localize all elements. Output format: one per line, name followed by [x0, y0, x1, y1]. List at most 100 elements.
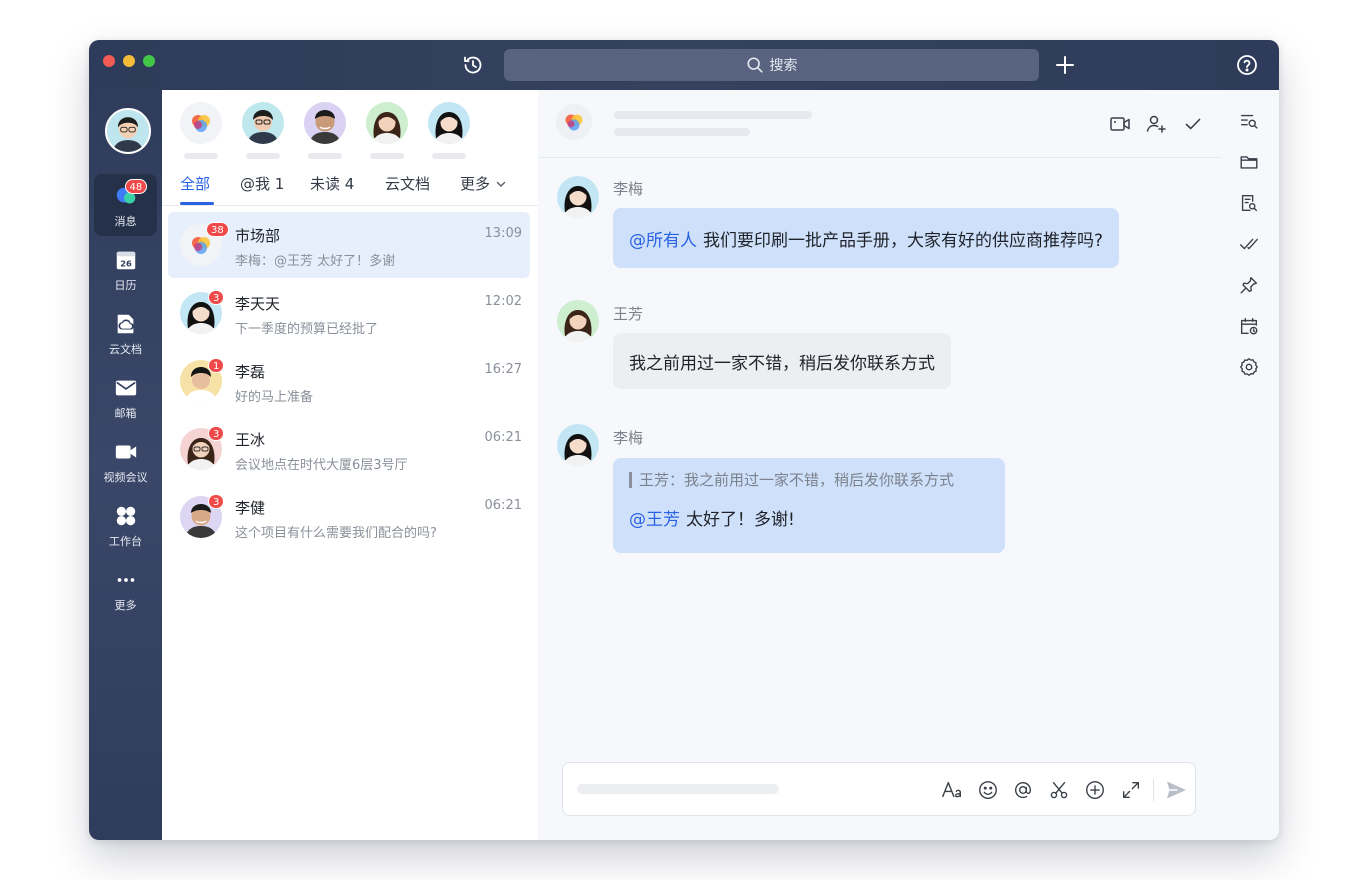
avatar [428, 102, 470, 144]
sidebar-item-more[interactable]: 更多 [94, 558, 157, 620]
more-dots-icon [113, 567, 139, 593]
conversation-preview: 好的马上准备 [235, 390, 314, 405]
mention-all[interactable]: @所有人 [629, 226, 697, 251]
folder-icon[interactable] [1238, 151, 1262, 175]
conversation-time: 06:21 [484, 498, 522, 513]
chevron-down-icon [496, 181, 506, 187]
tab-more[interactable]: 更多 [460, 173, 507, 194]
chat-area: 李梅 @所有人 我们要印刷一批产品手册，大家有好的供应商推荐吗? 王芳 我之前用… [538, 90, 1222, 840]
message-sender: 李梅 [613, 429, 644, 447]
message-text: 我们要印刷一批产品手册，大家有好的供应商推荐吗? [703, 230, 1104, 251]
composer-placeholder [577, 784, 779, 794]
composer-divider [1153, 779, 1154, 801]
sidebar-item-video-meeting[interactable]: 视频会议 [94, 430, 157, 492]
double-check-icon[interactable] [1238, 233, 1262, 257]
plus-icon[interactable] [1053, 53, 1077, 77]
sidebar: 48 消息 26 日历 云文档 邮箱 视频会议 工作台 更多 [89, 90, 162, 840]
workbench-icon [113, 503, 139, 529]
avatar[interactable] [105, 108, 151, 154]
calendar-day: 26 [120, 258, 132, 268]
minimize-window-button[interactable] [123, 55, 135, 67]
tab-all[interactable]: 全部 [180, 173, 210, 194]
sidebar-item-label: 消息 [114, 215, 137, 228]
message-text: 太好了！多谢! [686, 510, 795, 530]
avatar[interactable] [557, 424, 599, 466]
conversation-name: 李天天 [235, 295, 281, 313]
gear-icon[interactable] [1238, 356, 1262, 380]
document-search-icon[interactable] [1238, 192, 1262, 216]
emoji-icon[interactable] [975, 777, 1001, 803]
story-item[interactable] [241, 102, 285, 159]
conversation-preview: 李梅：@王芳 太好了！多谢 [235, 254, 396, 269]
quoted-message[interactable]: 王芳：我之前用过一家不错，稍后发你联系方式 [629, 472, 989, 488]
pin-icon[interactable] [1238, 274, 1262, 298]
story-item[interactable] [303, 102, 347, 159]
group-avatar[interactable] [556, 104, 592, 140]
conversation-item[interactable]: 3 王冰 06:21 会议地点在时代大厦6层3号厅 [168, 416, 530, 482]
reply-message-bubble[interactable]: 王芳：我之前用过一家不错，稍后发你联系方式 @王芳 太好了！多谢! [613, 458, 1005, 553]
story-name-placeholder [370, 153, 404, 159]
unread-badge: 3 [208, 494, 225, 509]
sidebar-item-calendar[interactable]: 26 日历 [94, 238, 157, 300]
conversation-time: 13:09 [484, 226, 522, 241]
conversation-item[interactable]: 1 李磊 16:27 好的马上准备 [168, 348, 530, 414]
conversation-item[interactable]: 3 李健 06:21 这个项目有什么需要我们配合的吗? [168, 484, 530, 550]
chat-title-placeholder [614, 111, 812, 119]
expand-icon[interactable] [1118, 777, 1144, 803]
avatar [304, 102, 346, 144]
avatar [242, 102, 284, 144]
sidebar-item-mail[interactable]: 邮箱 [94, 366, 157, 428]
search-placeholder: 搜索 [769, 58, 798, 74]
sidebar-item-messages[interactable]: 48 消息 [94, 174, 157, 236]
search-input[interactable]: 搜索 [504, 49, 1039, 81]
avatar[interactable] [557, 300, 599, 342]
story-item[interactable] [179, 102, 223, 159]
message-bubble[interactable]: @所有人 我们要印刷一批产品手册，大家有好的供应商推荐吗? [613, 208, 1120, 268]
sidebar-item-label: 云文档 [109, 343, 142, 356]
conversation-name: 李健 [235, 499, 266, 517]
title-bar: 搜索 [89, 40, 1279, 90]
mail-icon [113, 375, 139, 401]
story-item[interactable] [427, 102, 471, 159]
history-icon[interactable] [461, 53, 485, 77]
message-bubble[interactable]: 我之前用过一家不错，稍后发你联系方式 [613, 333, 951, 389]
app-window: 搜索 48 消息 26 日历 云文档 邮箱 视频会议 工作台 更多 全部 @我 … [89, 40, 1279, 840]
text-format-icon[interactable] [939, 777, 965, 803]
mention-user[interactable]: @王芳 [629, 510, 680, 530]
calendar-icon: 26 [113, 247, 139, 273]
unread-badge: 3 [208, 426, 225, 441]
video-camera-icon [113, 439, 139, 465]
tab-unread[interactable]: 未读 4 [310, 173, 354, 194]
add-circle-icon[interactable] [1082, 777, 1108, 803]
video-call-icon[interactable] [1108, 112, 1132, 136]
message-composer[interactable] [562, 762, 1196, 816]
tab-cloud-docs[interactable]: 云文档 [385, 173, 430, 194]
avatar[interactable] [557, 176, 599, 218]
unread-badge: 38 [206, 222, 229, 237]
search-history-icon[interactable] [1238, 110, 1262, 134]
tab-mentions[interactable]: @我 1 [240, 173, 284, 194]
sidebar-item-cloud-docs[interactable]: 云文档 [94, 302, 157, 364]
conversation-time: 12:02 [484, 294, 522, 309]
story-name-placeholder [184, 153, 218, 159]
sidebar-item-label: 日历 [114, 279, 137, 292]
conversation-item[interactable]: 3 李天天 12:02 下一季度的预算已经批了 [168, 280, 530, 346]
help-icon[interactable] [1235, 53, 1259, 77]
maximize-window-button[interactable] [143, 55, 155, 67]
group-avatar [180, 102, 222, 144]
sidebar-item-workbench[interactable]: 工作台 [94, 494, 157, 556]
checkmark-icon[interactable] [1181, 112, 1205, 136]
calendar-clock-icon[interactable] [1238, 315, 1262, 339]
message-content: @王芳 太好了！多谢! [629, 505, 989, 530]
send-icon[interactable] [1163, 777, 1189, 803]
conversation-item-marketing[interactable]: 38 市场部 13:09 李梅：@王芳 太好了！多谢 [168, 212, 530, 278]
conversation-time: 06:21 [484, 430, 522, 445]
conversation-name: 王冰 [235, 431, 266, 449]
add-member-icon[interactable] [1144, 112, 1168, 136]
scissors-icon[interactable] [1046, 777, 1072, 803]
story-name-placeholder [308, 153, 342, 159]
close-window-button[interactable] [103, 55, 115, 67]
avatar [366, 102, 408, 144]
mention-icon[interactable] [1010, 777, 1036, 803]
story-item[interactable] [365, 102, 409, 159]
